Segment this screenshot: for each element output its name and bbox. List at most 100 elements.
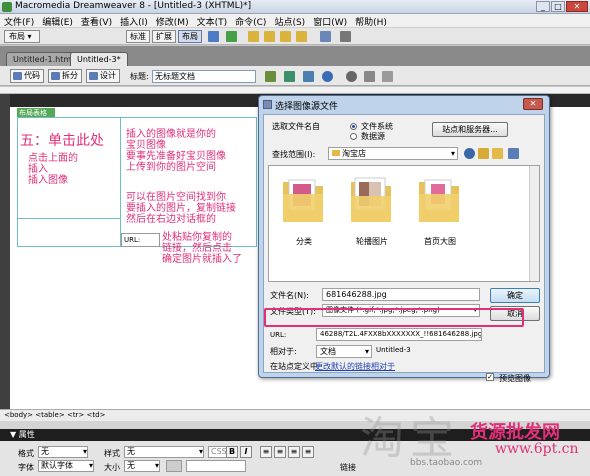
size-value: 无	[127, 461, 135, 470]
file-list-scrollbar[interactable]	[529, 166, 539, 281]
visual-aids-icon[interactable]	[382, 71, 393, 82]
sites-servers-button[interactable]: 站点和服务器...	[432, 122, 508, 137]
ok-button[interactable]: 确定	[490, 288, 540, 303]
split-view-button[interactable]: 拆分	[48, 69, 82, 83]
url-label: URL:	[270, 331, 287, 339]
insert-table-icon[interactable]	[248, 31, 259, 42]
mode-standard-button[interactable]: 标准	[126, 30, 150, 43]
new-folder-icon[interactable]	[492, 148, 503, 159]
format-select[interactable]: 无 ▾	[38, 446, 88, 458]
file-management-icon[interactable]	[284, 71, 295, 82]
site-definition-text: 在站点定义中	[270, 362, 318, 371]
preview-browser-icon[interactable]	[303, 71, 314, 82]
frames-icon[interactable]	[320, 31, 331, 42]
refresh-icon[interactable]	[346, 71, 357, 82]
folder-name: 分类	[296, 237, 312, 246]
dialog-close-button[interactable]: ✕	[523, 98, 543, 110]
italic-button[interactable]: I	[240, 446, 252, 458]
menu-help[interactable]: 帮助(H)	[351, 14, 391, 28]
url-example-box: URL:	[121, 233, 160, 247]
code-view-button[interactable]: 代码	[10, 69, 44, 83]
back-icon[interactable]	[464, 148, 475, 159]
relative-to-select[interactable]: 文档 ▾	[316, 345, 372, 358]
watermark-small: bbs.taobao.com	[410, 458, 483, 468]
design-view-button[interactable]: 设计	[86, 69, 120, 83]
style-select[interactable]: 无 ▾	[124, 446, 204, 458]
watermark-big: 淘宝	[360, 413, 460, 464]
datasource-radio[interactable]	[350, 133, 357, 140]
folder-item[interactable]: 轮播图片	[349, 174, 395, 246]
folder-icon	[332, 150, 340, 156]
menu-edit[interactable]: 编辑(E)	[38, 14, 77, 28]
note-line: 要事先准备好宝贝图像	[126, 151, 226, 162]
url-input[interactable]: 46288/T2L.4FXX8bXXXXXXX_!!681646288.jpg	[316, 328, 482, 341]
color-swatch[interactable]	[166, 460, 182, 472]
align-left-icon[interactable]: ≡	[260, 446, 272, 458]
menu-site[interactable]: 站点(S)	[270, 14, 309, 28]
file-list[interactable]: 分类 轮播图片 首页大图	[268, 165, 540, 282]
mode-layout-button[interactable]: 布局	[178, 30, 202, 43]
style-value: 无	[127, 447, 135, 456]
view-menu-icon[interactable]	[508, 148, 519, 159]
ruler-left	[0, 94, 10, 409]
menu-insert[interactable]: 插入(I)	[116, 14, 152, 28]
align-right-icon[interactable]: ≡	[288, 446, 300, 458]
no-browser-check-icon[interactable]	[265, 71, 276, 82]
view-options-icon[interactable]	[364, 71, 375, 82]
menu-window[interactable]: 窗口(W)	[309, 14, 351, 28]
right-note-3: 处粘贴你复制的 链接，然后点击 确定图片就插入了	[162, 232, 242, 265]
align-justify-icon[interactable]: ≡	[302, 446, 314, 458]
dialog-title: 选择图像源文件	[275, 102, 339, 112]
folder-item[interactable]: 首页大图	[417, 174, 463, 246]
color-input[interactable]	[186, 460, 246, 472]
menu-modify[interactable]: 修改(M)	[152, 14, 193, 28]
title-label: 标题:	[130, 72, 149, 81]
font-select[interactable]: 默认字体 ▾	[38, 460, 94, 472]
look-in-select[interactable]: 淘宝店 ▾	[328, 147, 458, 160]
tab-untitled-3[interactable]: Untitled-3*	[70, 52, 128, 66]
filesystem-radio[interactable]	[350, 123, 357, 130]
url-highlight-box	[264, 308, 524, 327]
page-title-input[interactable]: 无标题文档	[152, 70, 256, 83]
menu-file[interactable]: 文件(F)	[0, 14, 38, 28]
bold-button[interactable]: B	[226, 446, 238, 458]
mode-expanded-button[interactable]: 扩展	[152, 30, 176, 43]
font-label: 字体	[18, 463, 34, 472]
align-center-icon[interactable]: ≡	[274, 446, 286, 458]
preview-images-checkbox[interactable]: ✓	[486, 373, 494, 381]
minimize-button[interactable]: _	[536, 1, 550, 12]
tag-chooser-icon[interactable]	[340, 31, 351, 42]
maximize-button[interactable]: □	[551, 1, 565, 12]
insert-column-icon[interactable]	[296, 31, 307, 42]
up-folder-icon[interactable]	[478, 148, 489, 159]
menu-view[interactable]: 查看(V)	[77, 14, 116, 28]
menu-commands[interactable]: 命令(C)	[231, 14, 270, 28]
step-title: 五：单击此处	[20, 133, 104, 149]
watermark-url: www.6pt.cn	[495, 441, 579, 457]
split-icon	[51, 72, 60, 80]
properties-title: 属性	[18, 430, 35, 439]
insert-category-select[interactable]: 布局 ▾	[4, 30, 40, 43]
size-select[interactable]: 无 ▾	[124, 460, 160, 472]
layout-cell-icon[interactable]	[226, 31, 237, 42]
note-line: 插入的图像就是你的	[126, 129, 216, 140]
window-title: Macromedia Dreamweaver 8 - [Untitled-3 (…	[15, 1, 252, 11]
insert-row-below-icon[interactable]	[280, 31, 291, 42]
style-label: 样式	[104, 449, 120, 458]
split-view-label: 拆分	[62, 71, 78, 80]
layout-table-icon[interactable]	[208, 31, 219, 42]
menu-text[interactable]: 文本(T)	[193, 14, 232, 28]
folder-icon	[283, 179, 323, 222]
close-button[interactable]: ✕	[566, 1, 588, 12]
look-in-label: 查找范围(I):	[272, 150, 316, 159]
folder-item[interactable]: 分类	[281, 174, 327, 246]
datasource-label: 数据源	[361, 132, 385, 141]
design-view-label: 设计	[100, 71, 116, 80]
globe-icon[interactable]	[322, 71, 333, 82]
change-default-link[interactable]: 更改默认的链接相对于	[315, 361, 395, 372]
select-image-dialog[interactable]: 选择图像源文件 ✕ 选取文件名自 文件系统 数据源 站点和服务器... 查找范围…	[258, 95, 550, 383]
dialog-body: 选取文件名自 文件系统 数据源 站点和服务器... 查找范围(I): 淘宝店 ▾	[263, 114, 545, 381]
relative-doc-name: Untitled-3	[376, 346, 411, 354]
insert-row-above-icon[interactable]	[264, 31, 275, 42]
filename-input[interactable]: 681646288.jpg	[322, 288, 480, 301]
